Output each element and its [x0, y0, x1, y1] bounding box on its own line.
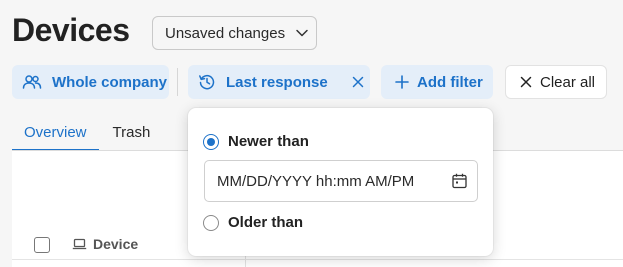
users-icon: [22, 75, 42, 89]
column-header-device[interactable]: Device: [72, 236, 138, 252]
history-icon: [199, 74, 215, 90]
tab-trash[interactable]: Trash: [99, 118, 163, 151]
unsaved-changes-label: Unsaved changes: [165, 24, 286, 42]
filter-chip-company[interactable]: Whole company: [12, 65, 169, 99]
chevron-down-icon: [296, 29, 308, 37]
newer-than-option[interactable]: Newer than: [203, 133, 309, 150]
older-than-option[interactable]: Older than: [203, 214, 303, 231]
close-icon: [352, 76, 363, 88]
tab-overview[interactable]: Overview: [12, 118, 99, 151]
older-than-label: Older than: [228, 214, 304, 231]
close-icon: [520, 76, 532, 88]
column-header-device-label: Device: [93, 236, 139, 252]
remove-filter-button[interactable]: [352, 76, 364, 88]
clear-all-button[interactable]: Clear all: [505, 65, 607, 99]
laptop-icon: [72, 238, 87, 250]
tab-bar: Overview Trash: [12, 118, 192, 151]
older-than-radio[interactable]: [203, 214, 219, 231]
calendar-icon: [452, 173, 467, 189]
plus-icon: [395, 75, 409, 89]
filter-chip-company-label: Whole company: [52, 73, 168, 91]
clear-all-label: Clear all: [540, 73, 596, 91]
table-row-divider: [12, 259, 623, 260]
unsaved-changes-dropdown[interactable]: Unsaved changes: [152, 16, 317, 50]
calendar-button[interactable]: [452, 173, 467, 189]
newer-than-radio[interactable]: [203, 133, 219, 150]
add-filter-button[interactable]: Add filter: [381, 65, 493, 99]
filter-divider: [177, 68, 178, 96]
newer-than-label: Newer than: [228, 133, 309, 150]
page-title: Devices: [12, 12, 130, 48]
last-response-popover: Newer than Older than: [188, 108, 493, 256]
date-time-field[interactable]: [204, 160, 478, 202]
add-filter-label: Add filter: [417, 73, 483, 91]
filter-chip-last-response-label: Last response: [226, 73, 328, 91]
select-all-checkbox[interactable]: [34, 237, 50, 253]
filter-chip-last-response[interactable]: Last response: [188, 65, 370, 99]
date-time-input[interactable]: [217, 172, 452, 190]
